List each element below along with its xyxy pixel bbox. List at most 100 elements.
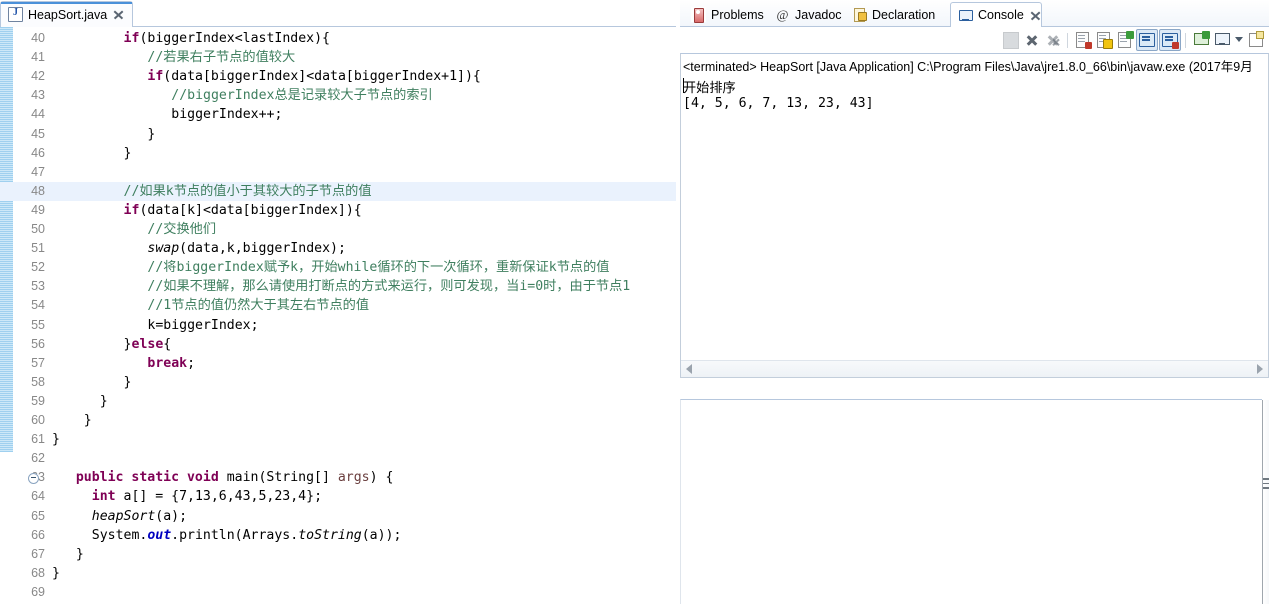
tab-problems[interactable]: Problems (684, 2, 766, 27)
line-number: 54 (31, 298, 45, 313)
tab-label: Declaration (872, 7, 936, 22)
code-text: } (147, 126, 156, 142)
java-file-icon (8, 6, 23, 22)
scroll-right-icon[interactable] (1257, 364, 1263, 374)
show-console-on-error-icon[interactable] (1159, 29, 1181, 51)
terminate-all-icon[interactable] (1001, 30, 1021, 50)
code-line[interactable]: 62 (0, 449, 680, 468)
code-line[interactable]: 49 if(data[k]<data[biggerIndex]){ (0, 201, 680, 220)
tab-label: Problems (711, 7, 764, 22)
pin-console-icon[interactable] (1191, 30, 1211, 50)
close-icon[interactable] (1030, 10, 1041, 21)
line-number: 46 (31, 145, 45, 160)
line-number: 47 (31, 164, 45, 179)
code-text: } (123, 145, 132, 161)
code-line[interactable]: 69 (0, 583, 680, 602)
console-view: Problems @ Javadoc Declaration Console <term… (680, 0, 1269, 398)
terminate-icon[interactable] (1022, 30, 1042, 50)
code-line[interactable]: 57 break; (0, 354, 680, 373)
toolbar-separator (1067, 32, 1068, 48)
code-line[interactable]: 51 swap(data,k,biggerIndex); (0, 239, 680, 258)
tab-console[interactable]: Console (950, 2, 1042, 27)
line-number: 43 (31, 88, 45, 103)
code-line[interactable]: 45} (0, 125, 680, 144)
line-number: 56 (31, 336, 45, 351)
line-number: 41 (31, 50, 45, 65)
code-text: } (52, 565, 60, 581)
code-line[interactable]: 65 heapSort(a); (0, 507, 680, 526)
code-text: //将biggerIndex赋予k，开始while循环的下一次循环，重新保证k节… (147, 260, 610, 276)
word-wrap-icon[interactable] (1115, 30, 1135, 50)
javadoc-icon: @ (776, 7, 789, 22)
code-line[interactable]: 59} (0, 392, 680, 411)
console-status-line: <terminated> HeapSort [Java Application]… (683, 60, 1253, 74)
console-output-area[interactable]: <terminated> HeapSort [Java Application]… (680, 53, 1269, 378)
code-text: break; (147, 355, 196, 371)
line-number: 61 (31, 432, 45, 447)
line-number: 50 (31, 222, 45, 236)
close-icon[interactable] (113, 9, 124, 20)
line-number: 68 (31, 565, 45, 580)
code-lines[interactable]: 40 if(biggerIndex<lastIndex){41 //若果右子节点的值… (0, 27, 680, 604)
open-console-icon[interactable] (1246, 30, 1266, 50)
code-line[interactable]: 48 //如果k节点的值小于其较大的子节点的值 (0, 181, 680, 201)
console-view-tab-bar: Problems @ Javadoc Declaration Console (680, 0, 1269, 27)
code-line[interactable]: 55 k=biggerIndex; (0, 316, 680, 335)
tab-javadoc[interactable]: @ Javadoc (768, 2, 843, 27)
code-text: k=biggerIndex; (147, 317, 259, 333)
lower-empty-panel (680, 399, 1262, 604)
line-number: 42 (31, 69, 45, 84)
code-line[interactable]: 42 if(data[biggerIndex]<data[biggerIndex+… (0, 67, 680, 86)
line-number: 60 (31, 413, 45, 427)
console-output-line: 开始排序 (683, 81, 736, 96)
code-line[interactable]: 46} (0, 144, 680, 163)
line-number: 48 (31, 183, 45, 198)
code-line[interactable]: 56}else{ (0, 335, 680, 354)
line-number: 58 (31, 374, 45, 389)
scroll-lock-icon[interactable] (1094, 30, 1114, 50)
code-line[interactable]: 40 if(biggerIndex<lastIndex){ (0, 29, 680, 48)
vertical-sash[interactable] (1262, 400, 1269, 604)
code-line[interactable]: 41 //若果右子节点的值较大 (0, 48, 680, 67)
code-line[interactable]: 64 int a[] = {7,13,6,43,5,23,4}; (0, 487, 680, 506)
code-line[interactable]: 63public static void main(String[] args)… (0, 468, 680, 487)
code-text: //biggerIndex总是记录较大子节点的索引 (171, 88, 433, 104)
console-horizontal-scrollbar[interactable] (681, 360, 1268, 377)
console-dropdown-icon[interactable] (1233, 30, 1245, 50)
scroll-left-icon[interactable] (686, 364, 692, 374)
tab-declaration[interactable]: Declaration (845, 2, 948, 27)
show-console-on-output-icon[interactable] (1136, 29, 1158, 51)
editor-tab-label: HeapSort.java (28, 7, 108, 22)
code-line[interactable]: 66 System.out.println(Arrays.toString(a))… (0, 526, 680, 545)
line-number: 51 (31, 241, 45, 256)
code-text: } (83, 413, 92, 428)
problems-icon (691, 7, 706, 23)
declaration-icon (852, 7, 867, 22)
code-line[interactable]: 52 //将biggerIndex赋予k，开始while循环的下一次循环，重新保证… (0, 258, 680, 277)
code-text: swap(data,k,biggerIndex); (147, 241, 346, 257)
code-text: //交换他们 (147, 222, 217, 237)
code-line[interactable]: 60} (0, 411, 680, 430)
code-line[interactable]: 43 //biggerIndex总是记录较大子节点的索引 (0, 86, 680, 105)
code-line[interactable]: 67} (0, 545, 680, 564)
display-selected-console-icon[interactable] (1212, 30, 1232, 50)
code-line[interactable]: 44 biggerIndex++; (0, 105, 680, 124)
code-line[interactable]: 54 //1节点的值仍然大于其左右节点的值 (0, 296, 680, 315)
clear-console-icon[interactable] (1073, 30, 1093, 50)
code-text: } (75, 546, 84, 562)
code-area[interactable]: 40 if(biggerIndex<lastIndex){41 //若果右子节点的值… (0, 27, 680, 604)
editor-part: HeapSort.java 40 if(biggerIndex<lastIndex… (0, 0, 680, 604)
line-number: 69 (31, 584, 45, 599)
code-line[interactable]: 53 //如果不理解，那么请使用打断点的方式来运行，则可发现，当i=0时，由于节点… (0, 277, 680, 296)
code-line[interactable]: 61} (0, 430, 680, 449)
line-number: 62 (31, 451, 45, 466)
code-line[interactable]: 58} (0, 373, 680, 392)
code-text: public static void main(String[] args) { (75, 470, 394, 486)
code-line[interactable]: 68} (0, 564, 680, 583)
code-line[interactable]: 50 //交换他们 (0, 220, 680, 239)
code-line[interactable]: 47 (0, 163, 680, 182)
line-number: 66 (31, 527, 45, 542)
sash-grip[interactable] (1263, 478, 1269, 500)
remove-all-terminated-icon[interactable] (1043, 30, 1063, 50)
editor-tab-heapsort[interactable]: HeapSort.java (0, 1, 133, 27)
